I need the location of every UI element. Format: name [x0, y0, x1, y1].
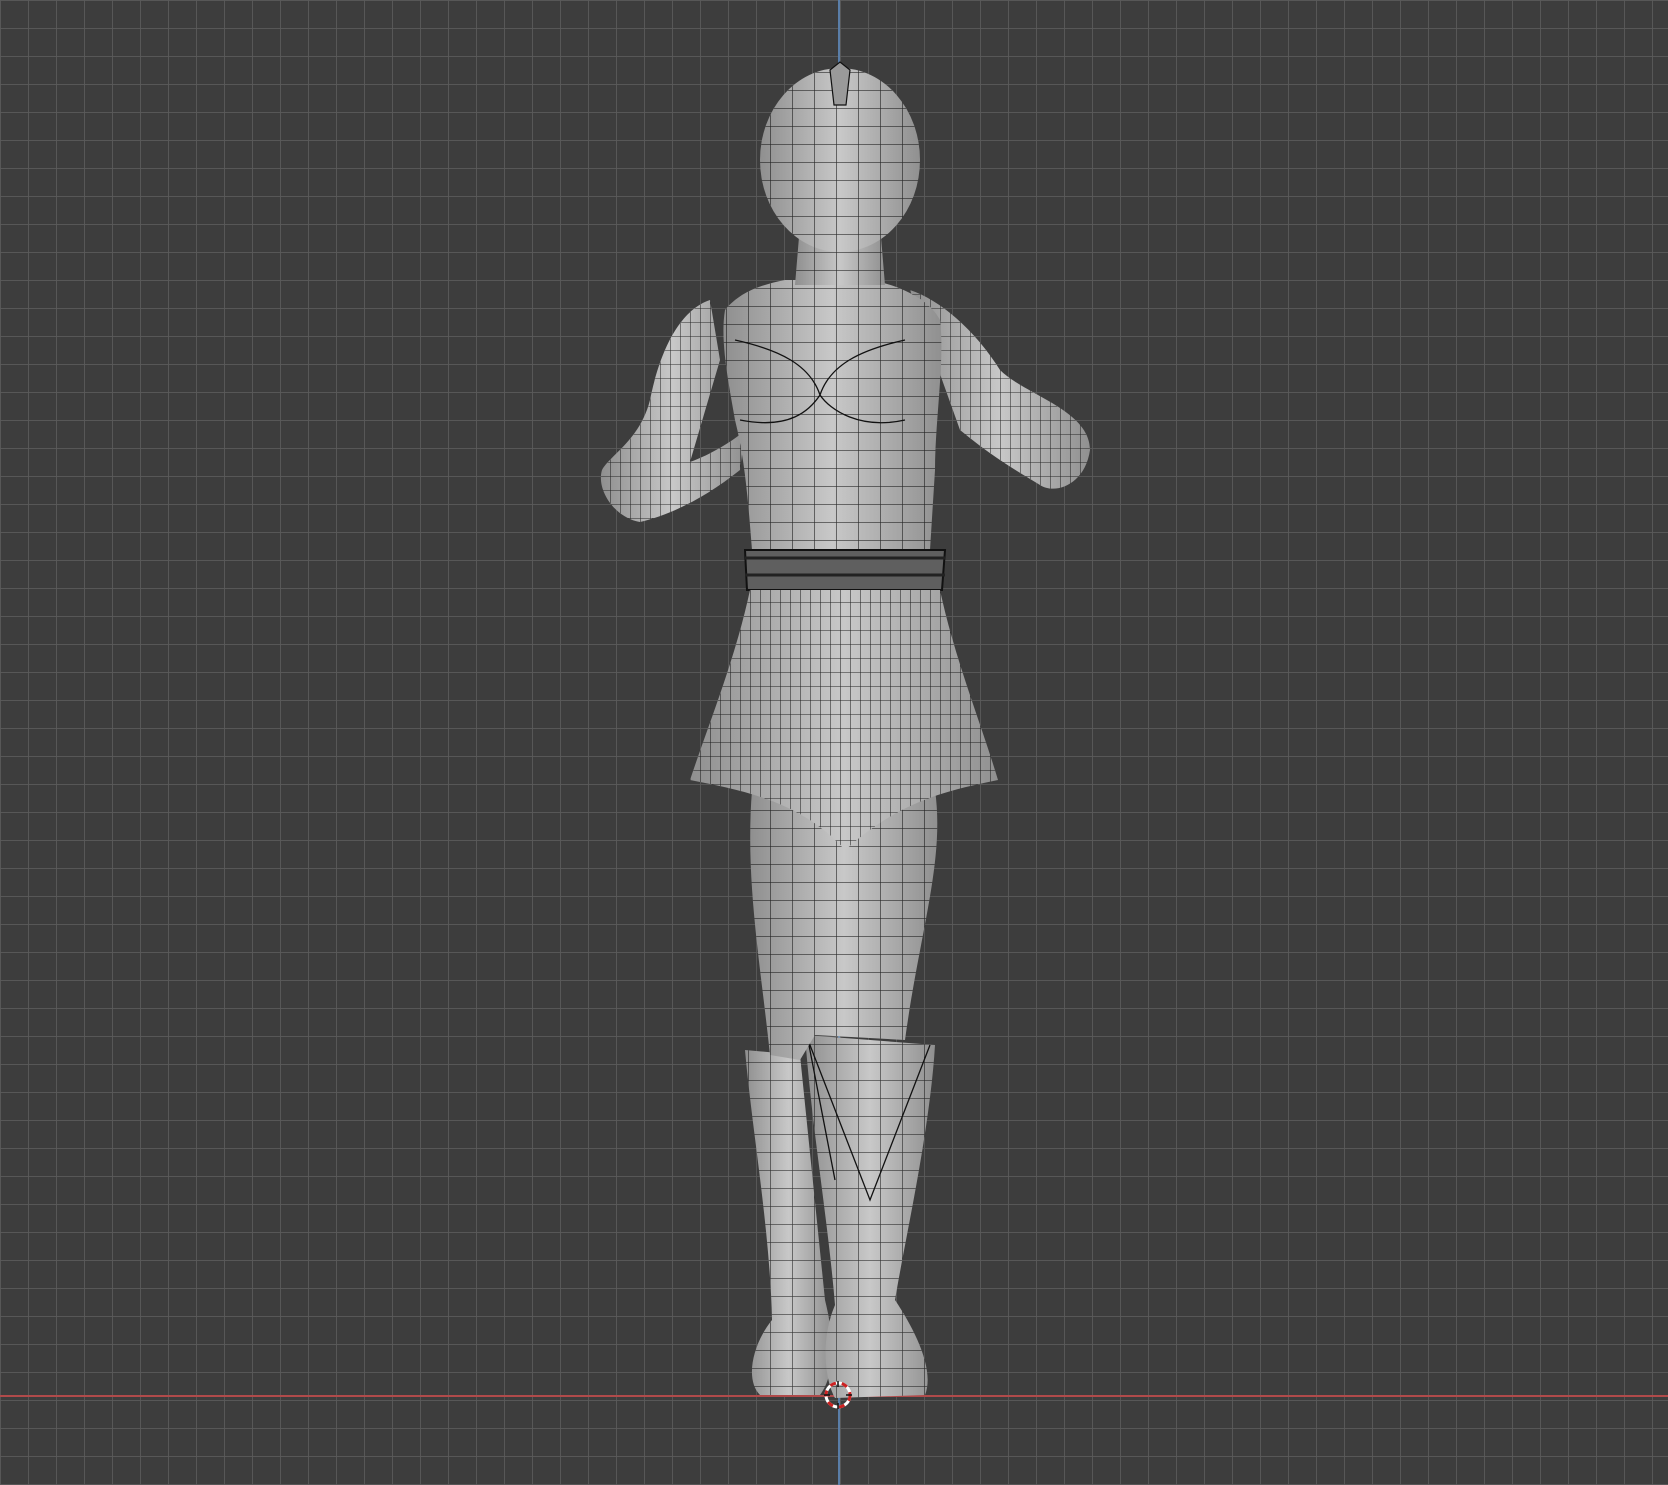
character-mesh[interactable] [0, 0, 1668, 1485]
head [760, 61, 920, 252]
belt [743, 549, 947, 591]
3d-cursor-icon[interactable] [822, 1379, 854, 1411]
torso [723, 280, 942, 550]
arm-left [600, 300, 745, 522]
3d-viewport[interactable] [0, 0, 1668, 1485]
skirt [690, 590, 998, 850]
